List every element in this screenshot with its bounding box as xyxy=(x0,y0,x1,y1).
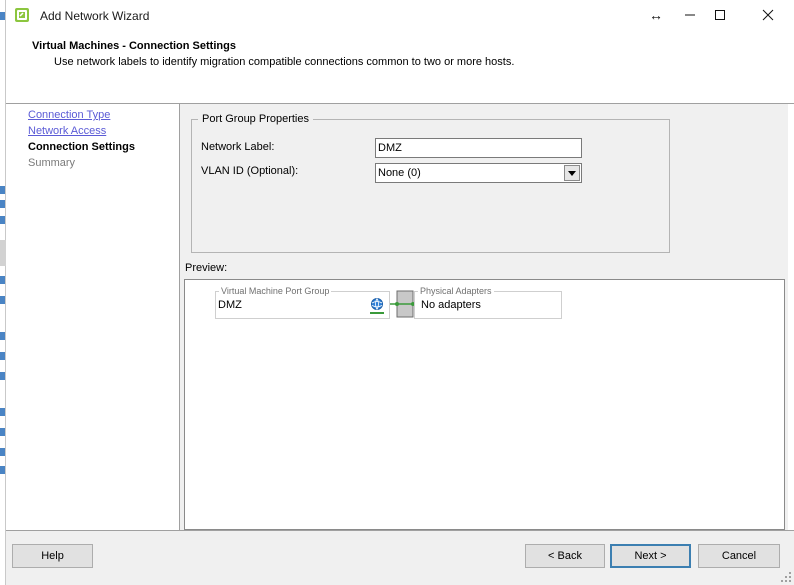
physical-adapters-legend: Physical Adapters xyxy=(418,286,494,296)
vm-port-group-box: Virtual Machine Port Group DMZ xyxy=(215,286,390,319)
wizard-steps-nav: Connection Type Network Access Connectio… xyxy=(6,104,180,530)
close-icon xyxy=(762,9,774,21)
next-button[interactable]: Next > xyxy=(610,544,691,568)
network-globe-icon xyxy=(370,298,384,314)
close-button[interactable] xyxy=(750,0,786,30)
page-subtitle: Use network labels to identify migration… xyxy=(54,56,515,68)
help-button[interactable]: Help xyxy=(12,544,93,568)
vlan-dropdown-button[interactable] xyxy=(564,165,580,181)
nav-step-connection-settings: Connection Settings xyxy=(28,141,135,153)
vm-port-group-legend: Virtual Machine Port Group xyxy=(219,286,332,296)
port-group-properties: Port Group Properties Network Label: VLA… xyxy=(191,113,670,253)
wizard-body: Connection Type Network Access Connectio… xyxy=(6,104,788,530)
cancel-button[interactable]: Cancel xyxy=(698,544,780,568)
move-icon[interactable]: ↔ xyxy=(638,0,674,30)
vm-port-group-name: DMZ xyxy=(218,299,242,311)
page-title: Virtual Machines - Connection Settings xyxy=(32,40,236,52)
nav-step-network-access[interactable]: Network Access xyxy=(28,125,106,137)
network-label-input[interactable] xyxy=(375,138,582,158)
physical-adapters-value: No adapters xyxy=(421,299,481,311)
minimize-icon xyxy=(685,14,695,16)
vlan-id-select[interactable]: None (0) xyxy=(375,163,582,183)
nav-step-connection-type[interactable]: Connection Type xyxy=(28,109,110,121)
maximize-button[interactable] xyxy=(702,0,738,30)
wizard-header: Virtual Machines - Connection Settings U… xyxy=(6,32,794,104)
chevron-down-icon xyxy=(568,170,576,176)
back-button[interactable]: < Back xyxy=(525,544,605,568)
resize-grip-icon[interactable] xyxy=(780,571,792,583)
title-bar[interactable]: Add Network Wizard ↔ xyxy=(6,0,794,32)
vswitch-connector-icon xyxy=(390,290,416,318)
vmware-app-icon xyxy=(15,8,29,22)
window-title: Add Network Wizard xyxy=(40,9,150,23)
vlan-id-caption: VLAN ID (Optional): xyxy=(201,165,299,177)
preview-label: Preview: xyxy=(185,262,228,274)
preview-panel: Virtual Machine Port Group DMZ Physical … xyxy=(184,279,785,530)
network-label-caption: Network Label: xyxy=(201,141,275,153)
physical-adapters-box: Physical Adapters No adapters xyxy=(414,286,562,319)
vlan-id-value: None (0) xyxy=(378,167,421,179)
nav-step-summary: Summary xyxy=(28,157,76,169)
wizard-footer: Help < Back Next > Cancel xyxy=(6,530,794,585)
maximize-icon xyxy=(715,10,725,20)
port-group-properties-legend: Port Group Properties xyxy=(198,113,313,125)
